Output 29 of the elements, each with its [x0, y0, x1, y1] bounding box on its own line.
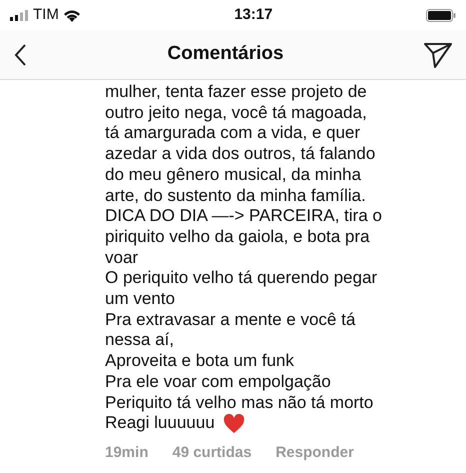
- comment-line: O periquito velho tá querendo pegar: [105, 268, 378, 290]
- back-icon[interactable]: [14, 44, 27, 66]
- comment-line: voar: [105, 248, 138, 268]
- comment-line: Reagi luuuuuu: [105, 413, 215, 434]
- comment-line: tá amargurada com a vida, e quer: [105, 123, 360, 144]
- comment-line: Pra extravasar a mente e você tá: [105, 310, 356, 330]
- wifi-icon: [62, 8, 81, 22]
- clock-time: 13:17: [234, 6, 273, 23]
- battery-icon: [426, 8, 456, 22]
- comment-line: um vento: [105, 289, 175, 310]
- comment-line: outro jeito nega, você tá magoada,: [105, 102, 367, 124]
- comment-line: Periquito tá velho mas não tá morto: [105, 392, 374, 414]
- comment-line: mulher, tenta fazer esse projeto de: [105, 82, 367, 103]
- comment-line: azedar a vida dos outros, tá falando: [105, 144, 376, 165]
- heart-icon: [222, 414, 245, 434]
- comment-line: Aproveita e bota um funk: [105, 351, 294, 372]
- comment-line: DICA DO DIA —-> PARCEIRA, tira o: [105, 206, 382, 227]
- comment-line: piriquito velho da gaiola, e bota pra: [105, 226, 370, 248]
- reply-link[interactable]: Responder: [276, 442, 354, 464]
- likes-count[interactable]: 49 curtidas: [172, 442, 252, 464]
- signal-icon: [10, 10, 29, 20]
- send-icon[interactable]: [424, 42, 452, 68]
- comment-time: 19min: [105, 442, 148, 463]
- comment-line: nessa aí,: [105, 330, 174, 352]
- comment-line: Pra ele voar com empolgação: [105, 372, 331, 393]
- comment-line: arte, do sustento da minha família.: [105, 186, 366, 206]
- page-title: Comentários: [167, 43, 284, 64]
- comment-line: do meu gênero musical, da minha: [105, 164, 362, 186]
- carrier-name: TIM: [33, 4, 59, 25]
